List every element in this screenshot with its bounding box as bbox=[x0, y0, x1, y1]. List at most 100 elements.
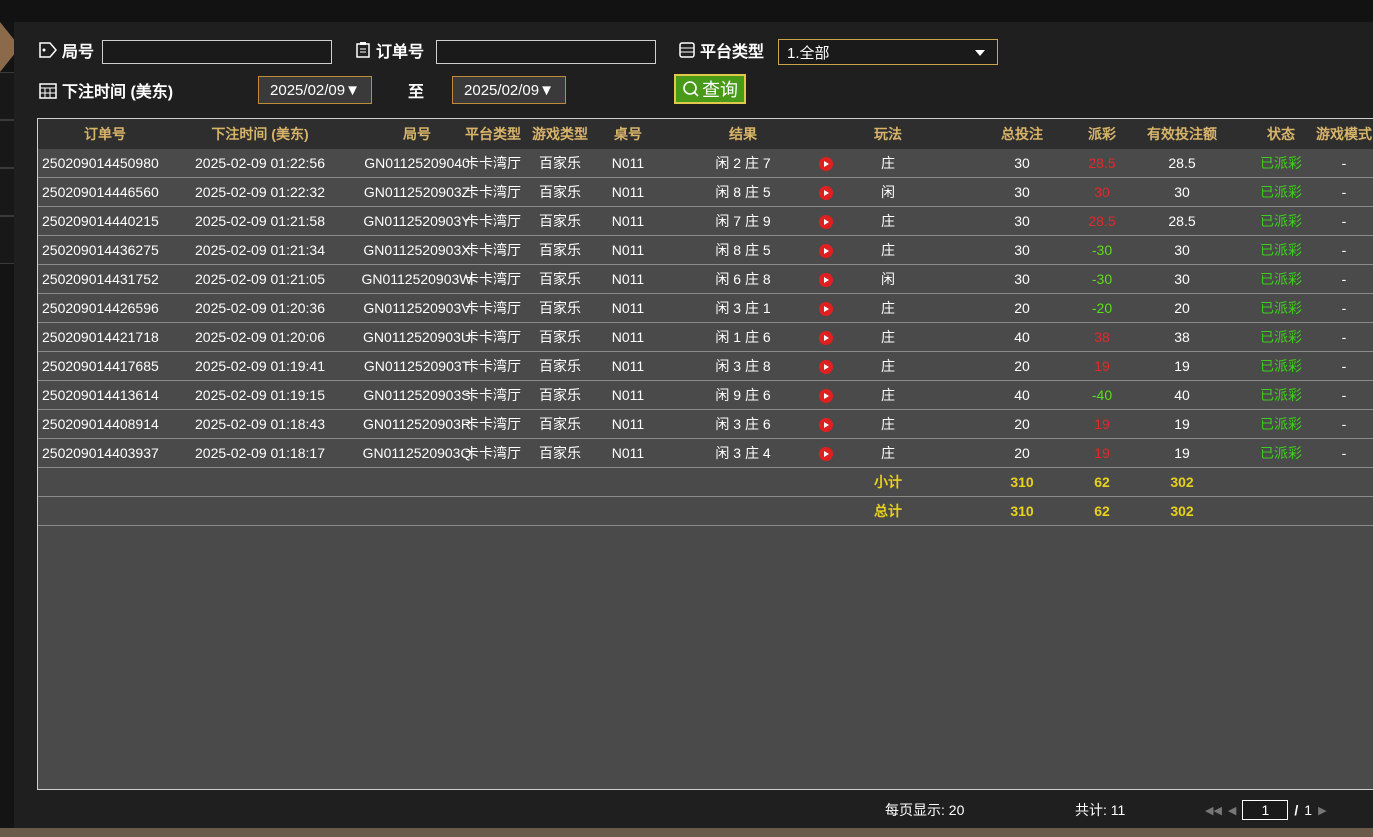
subtotal-bet: 310 bbox=[1010, 474, 1034, 490]
cell-result: 闲 8 庄 5 bbox=[715, 184, 771, 200]
search-icon bbox=[683, 81, 699, 97]
pagination: ◀◀ ◀ 1 / 1 ▶ bbox=[1205, 800, 1327, 820]
date-to-picker[interactable]: 2025/02/09▼ bbox=[452, 76, 566, 104]
cell-mode: - bbox=[1341, 358, 1347, 374]
cell-mode: - bbox=[1341, 242, 1347, 258]
subtotal-row: 小计 310 62 302 bbox=[38, 468, 1373, 497]
chevron-down-icon bbox=[975, 50, 985, 56]
cell-time: 2025-02-09 01:22:56 bbox=[195, 155, 325, 171]
cell-play: 闲 bbox=[881, 271, 895, 287]
platform-select[interactable]: 1.全部 bbox=[778, 39, 998, 65]
total-label: 总计 bbox=[874, 503, 902, 519]
cell-mode: - bbox=[1341, 271, 1347, 287]
cell-play: 闲 bbox=[881, 184, 895, 200]
cell-time: 2025-02-09 01:20:06 bbox=[195, 329, 325, 345]
side-tab[interactable] bbox=[0, 120, 14, 168]
cell-play: 庄 bbox=[881, 416, 895, 432]
subtotal-payout: 62 bbox=[1094, 474, 1110, 490]
cell-play: 庄 bbox=[881, 358, 895, 374]
table-row[interactable]: 250209014421718 2025-02-09 01:20:06 GN0112… bbox=[38, 323, 1373, 352]
bet-record-panel: 局号 订单号 平台类型 1.全部 下注时间 (美东) 2025/02/09▼ 至… bbox=[14, 22, 1373, 828]
cell-mode: - bbox=[1341, 184, 1347, 200]
round-input[interactable] bbox=[102, 40, 332, 64]
per-page-label: 每页显示: 20 bbox=[885, 802, 965, 818]
total-payout: 62 bbox=[1094, 503, 1110, 519]
table-row[interactable]: 250209014436275 2025-02-09 01:21:34 GN0112… bbox=[38, 236, 1373, 265]
subtotal-label: 小计 bbox=[874, 474, 902, 490]
table-row[interactable]: 250209014431752 2025-02-09 01:21:05 GN0112… bbox=[38, 265, 1373, 294]
cell-result: 闲 3 庄 8 bbox=[715, 358, 771, 374]
cell-time: 2025-02-09 01:21:58 bbox=[195, 213, 325, 229]
cell-mode: - bbox=[1341, 155, 1347, 171]
list-icon bbox=[679, 42, 695, 58]
total-valid: 302 bbox=[1170, 503, 1194, 519]
cell-play: 庄 bbox=[881, 155, 895, 171]
cell-order: 250209014403937 bbox=[42, 445, 159, 461]
cell-time: 2025-02-09 01:21:34 bbox=[195, 242, 325, 258]
order-input[interactable] bbox=[436, 40, 656, 64]
cell-result: 闲 2 庄 7 bbox=[715, 155, 771, 171]
table-row[interactable]: 250209014408914 2025-02-09 01:18:43 GN0112… bbox=[38, 410, 1373, 439]
cell-order: 250209014426596 bbox=[42, 300, 159, 316]
cell-result: 闲 3 庄 1 bbox=[715, 300, 771, 316]
subtotal-valid: 302 bbox=[1170, 474, 1194, 490]
cell-mode: - bbox=[1341, 387, 1347, 403]
column-header: 桌号 bbox=[614, 126, 642, 142]
time-filter-label: 下注时间 (美东) bbox=[38, 78, 173, 102]
cell-play: 庄 bbox=[881, 445, 895, 461]
cell-result: 闲 6 庄 8 bbox=[715, 271, 771, 287]
tag-icon bbox=[39, 42, 57, 58]
bet-record-table: 订单号 下注时间 (美东) 局号 平台类型 游戏类型 桌号 结果 玩法 总投注 派彩 有效投注额 状态… bbox=[37, 118, 1373, 790]
page-count: 1 bbox=[1304, 802, 1313, 818]
cell-mode: - bbox=[1341, 416, 1347, 432]
table-row[interactable]: 250209014440215 2025-02-09 01:21:58 GN0112… bbox=[38, 207, 1373, 236]
to-label: 至 bbox=[408, 84, 425, 101]
cell-result: 闲 9 庄 6 bbox=[715, 387, 771, 403]
cell-time: 2025-02-09 01:19:41 bbox=[195, 358, 325, 374]
table-row[interactable]: 250209014426596 2025-02-09 01:20:36 GN0112… bbox=[38, 294, 1373, 323]
page-separator: / bbox=[1294, 802, 1299, 818]
total-count-label: 共计: 11 bbox=[1075, 802, 1126, 818]
table-footer: 每页显示: 20 共计: 11 ◀◀ ◀ 1 / 1 ▶ bbox=[37, 790, 1373, 828]
cell-order: 250209014417685 bbox=[42, 358, 159, 374]
cell-result: 闲 3 庄 6 bbox=[715, 416, 771, 432]
cell-play: 庄 bbox=[881, 387, 895, 403]
side-tab[interactable] bbox=[0, 216, 14, 264]
page-input[interactable]: 1 bbox=[1242, 800, 1289, 820]
total-bet: 310 bbox=[1010, 503, 1034, 519]
column-header: 结果 bbox=[729, 126, 757, 142]
cell-mode: - bbox=[1341, 300, 1347, 316]
cell-order: 250209014446560 bbox=[42, 184, 159, 200]
first-page-icon[interactable]: ◀◀ bbox=[1205, 804, 1222, 817]
cell-time: 2025-02-09 01:22:32 bbox=[195, 184, 325, 200]
bottom-strip bbox=[0, 828, 1373, 837]
cell-order: 250209014408914 bbox=[42, 416, 159, 432]
table-row[interactable]: 250209014413614 2025-02-09 01:19:15 GN0112… bbox=[38, 381, 1373, 410]
cell-order: 250209014450980 bbox=[42, 155, 159, 171]
cell-time: 2025-02-09 01:18:17 bbox=[195, 445, 325, 461]
cell-play: 庄 bbox=[881, 213, 895, 229]
side-tab[interactable] bbox=[0, 168, 14, 216]
cell-order: 250209014431752 bbox=[42, 271, 159, 287]
table-row[interactable]: 250209014450980 2025-02-09 01:22:56 GN0112… bbox=[38, 149, 1373, 178]
query-button[interactable]: 查询 bbox=[674, 74, 746, 104]
cell-mode: - bbox=[1341, 445, 1347, 461]
cell-result: 闲 8 庄 5 bbox=[715, 242, 771, 258]
column-header: 订单号 bbox=[84, 126, 126, 142]
cell-mode: - bbox=[1341, 213, 1347, 229]
table-row[interactable]: 250209014446560 2025-02-09 01:22:32 GN0112… bbox=[38, 178, 1373, 207]
column-header: 游戏模式 bbox=[1316, 126, 1372, 142]
cell-time: 2025-02-09 01:19:15 bbox=[195, 387, 325, 403]
table-row[interactable]: 250209014403937 2025-02-09 01:18:17 GN0112… bbox=[38, 439, 1373, 468]
next-page-icon[interactable]: ▶ bbox=[1318, 804, 1326, 817]
side-tab[interactable] bbox=[0, 72, 14, 120]
cell-order: 250209014413614 bbox=[42, 387, 159, 403]
cell-result: 闲 3 庄 4 bbox=[715, 445, 771, 461]
prev-page-icon[interactable]: ◀ bbox=[1228, 804, 1236, 817]
cell-result: 闲 1 庄 6 bbox=[715, 329, 771, 345]
table-row[interactable]: 250209014417685 2025-02-09 01:19:41 GN0112… bbox=[38, 352, 1373, 381]
cell-time: 2025-02-09 01:21:05 bbox=[195, 271, 325, 287]
date-from-picker[interactable]: 2025/02/09▼ bbox=[258, 76, 372, 104]
column-header: 玩法 bbox=[874, 126, 902, 142]
filter-bar: 局号 订单号 平台类型 1.全部 下注时间 (美东) 2025/02/09▼ 至… bbox=[14, 22, 1373, 118]
